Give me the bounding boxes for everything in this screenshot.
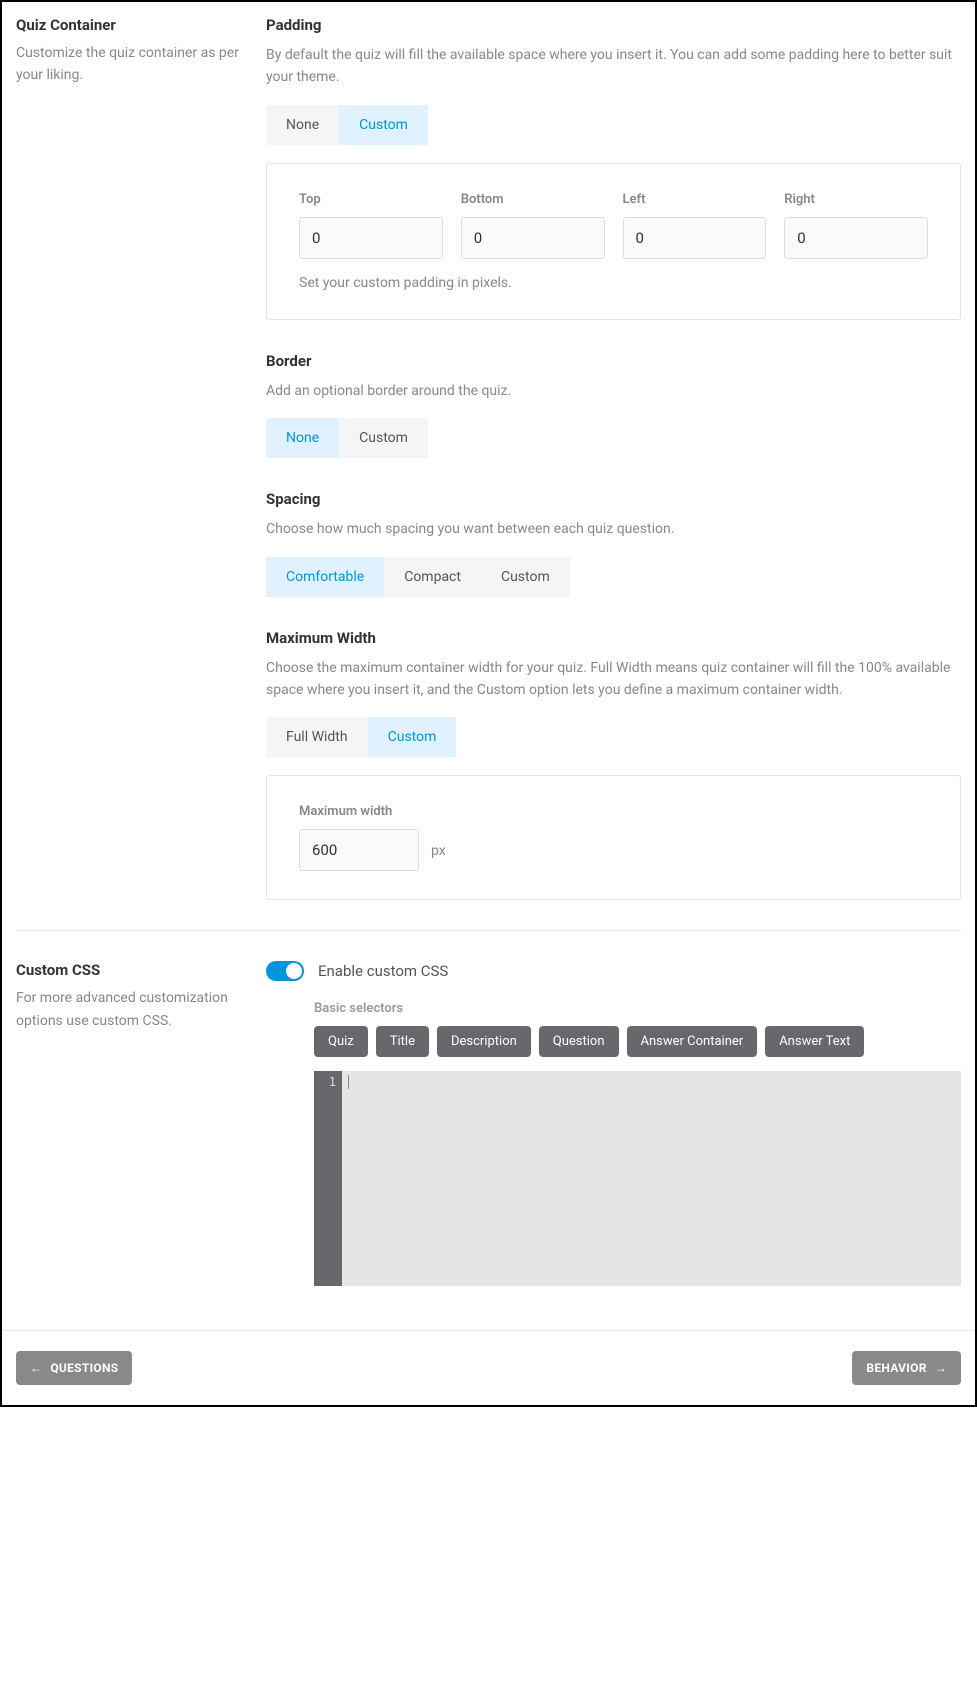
toggle-knob <box>286 963 302 979</box>
maxwidth-tab-custom[interactable]: Custom <box>368 717 457 757</box>
prev-label: QUESTIONS <box>50 1361 118 1375</box>
padding-left-label: Left <box>623 192 767 207</box>
selector-title[interactable]: Title <box>376 1026 429 1057</box>
border-tab-custom[interactable]: Custom <box>339 418 428 458</box>
padding-top-input[interactable] <box>299 217 443 259</box>
padding-tab-none[interactable]: None <box>266 105 339 145</box>
maxwidth-desc: Choose the maximum container width for y… <box>266 657 961 702</box>
maxwidth-tabs: Full Width Custom <box>266 717 456 757</box>
padding-title: Padding <box>266 16 961 34</box>
selector-question[interactable]: Question <box>539 1026 619 1057</box>
selector-description[interactable]: Description <box>437 1026 531 1057</box>
border-title: Border <box>266 352 961 370</box>
spacing-tab-comfortable[interactable]: Comfortable <box>266 557 384 597</box>
padding-tab-custom[interactable]: Custom <box>339 105 428 145</box>
padding-bottom-input[interactable] <box>461 217 605 259</box>
editor-area[interactable] <box>342 1071 961 1286</box>
enable-css-toggle[interactable] <box>266 961 304 981</box>
spacing-tabs: Comfortable Compact Custom <box>266 557 570 597</box>
border-tabs: None Custom <box>266 418 428 458</box>
spacing-desc: Choose how much spacing you want between… <box>266 518 961 540</box>
selector-buttons: Quiz Title Description Question Answer C… <box>314 1026 961 1057</box>
maxwidth-title: Maximum Width <box>266 629 961 647</box>
padding-hint: Set your custom padding in pixels. <box>299 275 928 291</box>
custom-css-desc: For more advanced customization options … <box>16 987 246 1032</box>
padding-left-input[interactable] <box>623 217 767 259</box>
maxwidth-unit: px <box>431 843 446 871</box>
spacing-title: Spacing <box>266 490 961 508</box>
css-editor[interactable]: 1 <box>314 1071 961 1286</box>
arrow-left-icon: ← <box>30 1361 42 1375</box>
border-desc: Add an optional border around the quiz. <box>266 380 961 402</box>
maxwidth-panel: Maximum width px <box>266 775 961 900</box>
spacing-tab-custom[interactable]: Custom <box>481 557 570 597</box>
maxwidth-tab-full[interactable]: Full Width <box>266 717 368 757</box>
enable-css-label: Enable custom CSS <box>318 962 448 980</box>
padding-tabs: None Custom <box>266 105 428 145</box>
next-button[interactable]: BEHAVIOR → <box>852 1351 961 1385</box>
padding-panel: Top Bottom Left Right <box>266 163 961 320</box>
padding-desc: By default the quiz will fill the availa… <box>266 44 961 89</box>
line-number: 1 <box>314 1075 336 1089</box>
maxwidth-label: Maximum width <box>299 804 419 819</box>
quiz-container-title: Quiz Container <box>16 16 246 34</box>
editor-gutter: 1 <box>314 1071 342 1286</box>
basic-selectors-label: Basic selectors <box>314 1001 961 1016</box>
spacing-tab-compact[interactable]: Compact <box>384 557 481 597</box>
next-label: BEHAVIOR <box>866 1361 926 1375</box>
maxwidth-input[interactable] <box>299 829 419 871</box>
custom-css-title: Custom CSS <box>16 961 246 979</box>
selector-quiz[interactable]: Quiz <box>314 1026 368 1057</box>
arrow-right-icon: → <box>935 1361 947 1375</box>
border-tab-none[interactable]: None <box>266 418 339 458</box>
padding-bottom-label: Bottom <box>461 192 605 207</box>
prev-button[interactable]: ← QUESTIONS <box>16 1351 132 1385</box>
footer-nav: ← QUESTIONS BEHAVIOR → <box>2 1330 975 1405</box>
selector-answer-text[interactable]: Answer Text <box>765 1026 864 1057</box>
quiz-container-desc: Customize the quiz container as per your… <box>16 42 246 87</box>
selector-answer-container[interactable]: Answer Container <box>627 1026 758 1057</box>
padding-right-input[interactable] <box>784 217 928 259</box>
padding-top-label: Top <box>299 192 443 207</box>
padding-right-label: Right <box>784 192 928 207</box>
